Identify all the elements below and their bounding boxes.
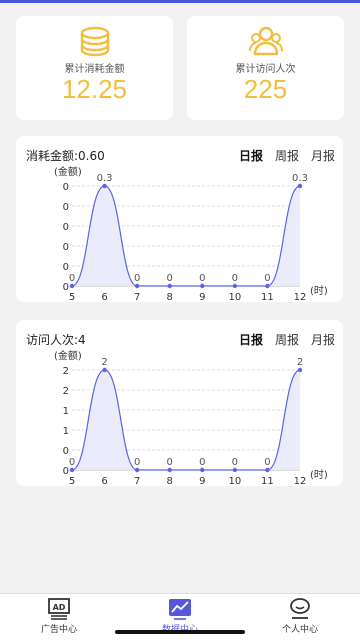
data-label: 0 [232,457,238,468]
x-tick-label: 5 [69,292,75,302]
data-point [200,283,205,289]
data-label: 0 [69,273,75,284]
x-axis-unit-label: (时) [310,469,328,481]
x-tick-label: 6 [101,476,107,486]
tab-label: 个人中心 [281,625,318,635]
x-tick-label: 8 [167,292,173,302]
y-tick-label: 2 [63,386,69,397]
visits-line-chart: (金额)0011220526070809010011212(时) [54,349,328,486]
stat-value: 225 [243,74,288,104]
x-tick-label: 8 [167,476,173,486]
data-label: 0.3 [97,173,113,184]
x-tick-label: 5 [69,476,75,486]
x-tick-label: 12 [294,292,307,302]
data-point [167,467,172,473]
data-label: 0 [232,273,238,284]
y-tick-label: 0 [63,182,69,193]
data-label: 0 [167,273,173,284]
home-indicator [115,630,245,634]
data-label: 0 [264,273,270,284]
profile-icon [290,598,310,619]
data-label: 0 [199,457,205,468]
data-label: 0 [264,457,270,468]
bottom-tab-bar: AD 广告中心 数据中心 个人中心 [0,593,360,640]
data-point [232,467,238,473]
data-point [134,467,140,473]
spend-chart-card: 消耗金额:0.60 日报 周报 月报 (金额) 0 0 0 0 0 0 0 5 0.3 6 0 7 0 8 0… [16,136,343,302]
data-point [232,283,238,289]
data-point [297,183,303,189]
coins-icon [80,26,109,57]
y-tick-label: 0 [63,262,69,273]
data-point [265,283,270,289]
series-area [72,186,300,286]
top-accent-line [0,0,360,3]
x-tick-label: 12 [294,476,307,486]
data-point [297,367,303,373]
stat-card-spend: 累计消耗金额 12.25 [16,16,173,120]
svg-text:AD: AD [53,603,66,612]
y-tick-label: 0 [63,446,69,457]
data-point [265,467,270,473]
tab-label: 广告中心 [40,625,77,635]
visits-chart-card: 访问人次:4 日报 周报 月报 (金额) 0 0 1 1 2 2 0 5 2 6 0 7 0 8 0 9 0 10 0… [16,320,343,486]
x-axis-unit-label: (时) [310,285,328,297]
x-tick-label: 6 [101,292,107,302]
stat-value: 12.25 [61,74,128,104]
y-tick-label: 1 [63,406,69,417]
data-label: 0 [167,457,173,468]
tab-ad-center[interactable]: AD 广告中心 [19,594,99,640]
y-axis-unit-label: (金额) [54,349,82,362]
spend-line-chart: (金额)000000050.360708090100110.312(时) [54,165,328,302]
tab-profile-center[interactable]: 个人中心 [260,594,340,640]
y-tick-label: 2 [63,366,69,377]
data-label: 2 [101,357,107,368]
series-area [72,370,300,470]
x-tick-label: 10 [228,476,241,486]
y-tick-label: 0 [63,242,69,253]
data-label: 0 [199,273,205,284]
data-point [134,283,140,289]
x-tick-label: 11 [261,292,274,302]
data-point [102,367,107,373]
data-label: 0 [134,457,140,468]
stat-label: 累计访问人次 [235,64,296,75]
data-label: 0 [69,457,75,468]
y-tick-label: 1 [63,426,69,437]
y-tick-label: 0 [63,202,69,213]
chart-trend-icon [169,599,191,620]
x-tick-label: 7 [134,476,140,486]
data-label: 2 [297,357,303,368]
data-point [167,283,172,289]
x-tick-label: 10 [228,292,241,302]
data-point [69,283,75,289]
data-label: 0 [134,273,140,284]
y-tick-label: 0 [63,222,69,233]
y-axis-unit-label: (金额) [54,165,82,178]
x-tick-label: 9 [199,476,205,486]
ad-icon: AD [48,598,70,620]
x-tick-label: 7 [134,292,140,302]
users-icon [248,26,283,56]
data-point [102,183,107,189]
stat-card-visits: 累计访问人次 225 [187,16,344,120]
data-point [200,467,205,473]
x-tick-label: 11 [261,476,274,486]
x-tick-label: 9 [199,292,205,302]
stat-label: 累计消耗金额 [64,64,125,75]
data-point [69,467,75,473]
data-label: 0.3 [292,173,308,184]
